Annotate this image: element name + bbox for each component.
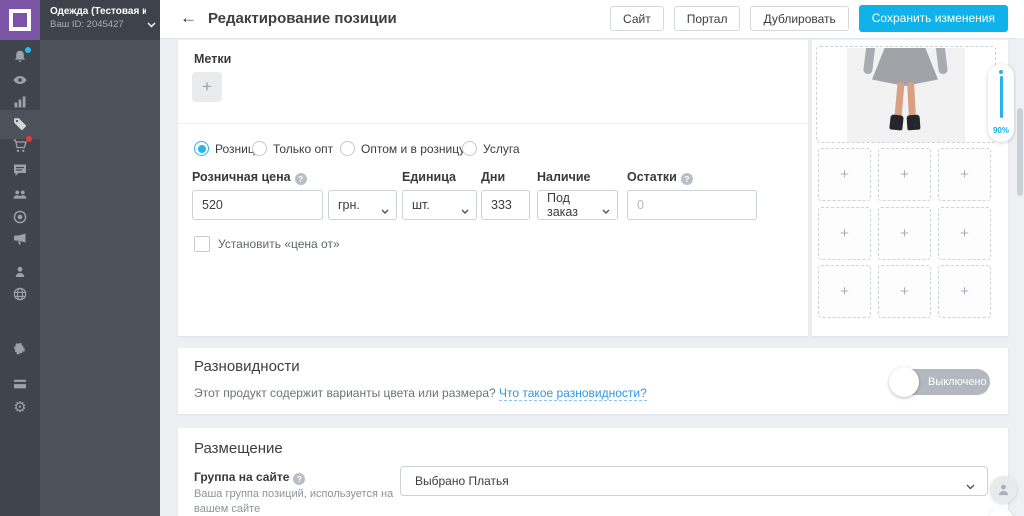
retail-price-label: Розничная цена? [192,170,307,185]
chevron-down-icon [381,203,389,217]
app-window: ⚙ Одежда (Тестовая ком... Ваш ID: 204542… [0,0,1024,516]
submenu-panel [40,0,160,516]
app-logo[interactable] [0,0,40,40]
people-icon[interactable] [0,185,40,203]
cart-icon[interactable] [0,137,40,155]
info-icon[interactable]: ? [681,173,693,185]
days-input[interactable] [481,190,530,220]
days-label: Дни [481,170,505,184]
info-icon[interactable]: ? [295,173,307,185]
icon-sidebar: ⚙ [0,0,40,516]
site-button[interactable]: Сайт [610,6,664,31]
globe-icon[interactable] [0,285,40,303]
divider [178,123,808,124]
toggle-knob [889,367,919,397]
person-icon[interactable] [0,263,40,281]
add-photo-button[interactable]: + [818,207,871,260]
variations-help-link[interactable]: Что такое разновидности? [499,386,647,401]
product-photo [847,48,965,142]
chat-icon[interactable] [0,161,40,179]
site-group-label: Группа на сайте? [194,470,305,485]
account-switcher[interactable]: Одежда (Тестовая ком... Ваш ID: 2045427 [40,0,160,40]
card-icon[interactable] [0,375,40,393]
cart-badge [26,136,32,142]
availability-select[interactable]: Под заказ [537,190,618,220]
radio-wholesale-only[interactable]: Только опт [252,141,333,156]
unit-select[interactable]: шт. [402,190,477,220]
add-photo-button[interactable]: + [878,207,931,260]
tags-label: Метки [194,52,231,66]
add-photo-button[interactable]: + [938,265,991,318]
back-arrow-icon[interactable]: ← [180,8,197,28]
chevron-down-icon [966,479,975,493]
chevron-down-icon [602,203,610,217]
top-buttons: Сайт Портал Дублировать Сохранить измене… [610,6,1008,32]
account-id: Ваш ID: 2045427 [50,19,152,30]
add-photo-button[interactable]: + [878,148,931,201]
save-changes-button[interactable]: Сохранить изменения [859,5,1008,32]
slider-handle[interactable] [999,70,1003,74]
tag-icon[interactable] [0,115,40,133]
eye-icon[interactable] [0,71,40,89]
retail-price-input[interactable] [192,190,323,220]
product-form-card: Метки + Розница Только опт Оптом и в роз… [178,40,808,336]
radio-icon [462,141,477,156]
duplicate-button[interactable]: Дублировать [750,6,848,31]
logo-icon [9,9,31,31]
info-icon[interactable]: ? [293,473,305,485]
user-avatar[interactable] [990,476,1017,503]
radio-wholesale-retail[interactable]: Оптом и в розницу [340,141,465,156]
gear-icon[interactable]: ⚙ [0,398,40,416]
add-photo-button[interactable]: + [878,265,931,318]
puzzle-icon[interactable] [0,340,40,358]
currency-select[interactable]: грн. [328,190,397,220]
person-icon [996,482,1011,497]
photo-zoom-slider[interactable]: 90% [988,64,1014,142]
add-photo-button[interactable]: + [938,207,991,260]
placement-title: Размещение [194,440,283,457]
unit-label: Единица [402,170,456,184]
site-group-hint: Ваша группа позиций, используется на ваш… [194,487,394,516]
radio-icon [252,141,267,156]
slider-track [1000,76,1003,118]
add-photo-button[interactable]: + [818,148,871,201]
site-group-select[interactable]: Выбрано Платья [400,466,988,496]
stock-input[interactable] [627,190,757,220]
availability-label: Наличие [537,170,591,184]
variations-toggle[interactable]: Выключено [891,369,990,395]
megaphone-icon[interactable] [0,230,40,248]
target-icon[interactable] [0,208,40,226]
stock-label: Остатки? [627,170,693,185]
radio-service[interactable]: Услуга [462,141,520,156]
top-bar: ← Редактирование позиции Сайт Портал Дуб… [160,0,1024,39]
radio-icon [340,141,355,156]
add-photo-button[interactable]: + [938,148,991,201]
radio-icon [194,141,209,156]
page-title: Редактирование позиции [208,10,397,27]
main-photo-slot[interactable] [816,46,996,143]
account-name: Одежда (Тестовая ком... [50,6,146,17]
placement-card: Размещение Группа на сайте? Ваша группа … [178,428,1008,516]
price-from-checkbox-row[interactable]: Установить «цена от» [194,236,340,252]
portal-button[interactable]: Портал [674,6,741,31]
notifications-bell-icon[interactable] [0,48,40,66]
chevron-down-icon [461,203,469,217]
scrollbar[interactable] [1016,38,1024,516]
variations-title: Разновидности [194,358,300,375]
chevron-down-icon [147,15,156,33]
variations-card: Разновидности Этот продукт содержит вари… [178,348,1008,414]
bar-chart-icon[interactable] [0,93,40,111]
photos-card: + + + + + + + + + [812,40,1008,336]
toggle-state-label: Выключено [928,376,987,388]
add-tag-button[interactable]: + [192,72,222,102]
notification-badge [25,47,31,53]
variations-question: Этот продукт содержит варианты цвета или… [194,386,647,400]
add-photo-button[interactable]: + [818,265,871,318]
checkbox-icon [194,236,210,252]
zoom-percent: 90% [988,126,1014,135]
scrollbar-thumb[interactable] [1017,108,1023,196]
